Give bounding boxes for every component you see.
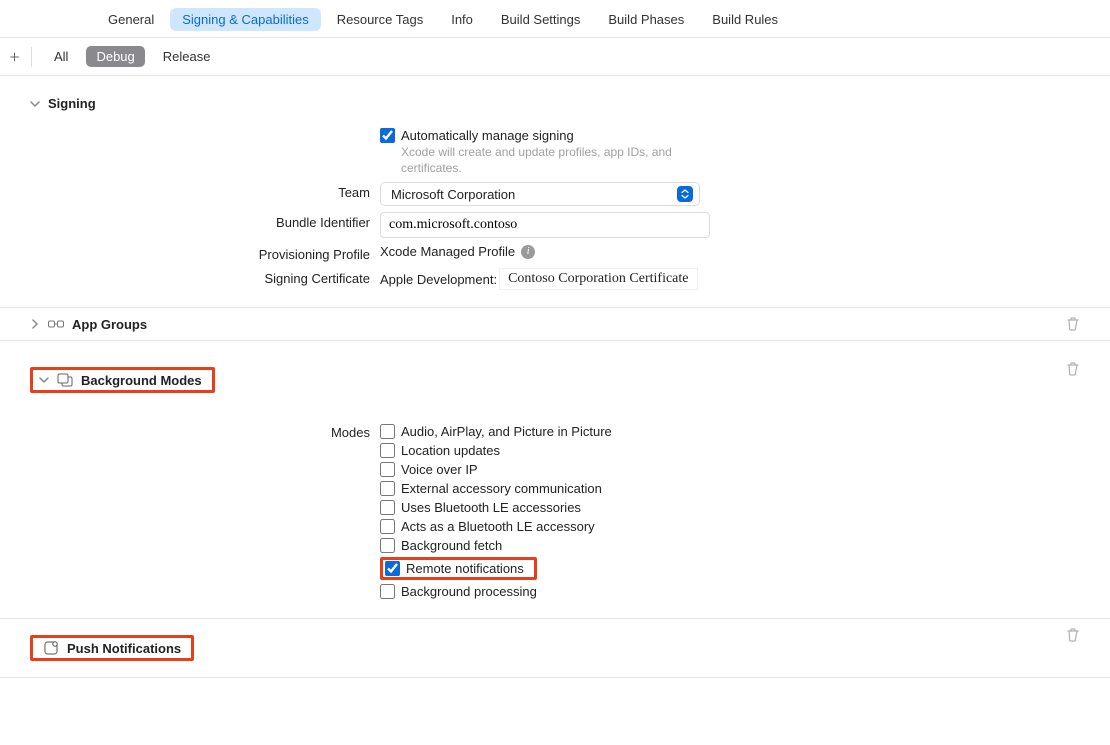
tab-build-settings[interactable]: Build Settings <box>489 8 593 31</box>
mode-row: External accessory communication <box>380 479 612 498</box>
tab-general[interactable]: General <box>96 8 166 31</box>
auto-manage-signing-hint: Xcode will create and update profiles, a… <box>401 145 701 176</box>
push-notifications-title: Push Notifications <box>67 641 181 656</box>
bundle-id-field[interactable] <box>380 212 710 238</box>
team-label: Team <box>0 182 380 200</box>
team-value: Microsoft Corporation <box>391 187 515 202</box>
highlight-background-modes: Background Modes <box>30 367 215 393</box>
mode-checkbox[interactable] <box>380 500 395 515</box>
mode-label: Audio, AirPlay, and Picture in Picture <box>401 424 612 439</box>
mode-row: Background processing <box>380 582 612 601</box>
signing-certificate-label: Signing Certificate <box>0 268 380 286</box>
configuration-bar: All Debug Release <box>0 38 1110 76</box>
tab-build-rules[interactable]: Build Rules <box>700 8 790 31</box>
capabilities-content: Signing Automatically manage signing Xco… <box>0 76 1110 678</box>
mode-row: Voice over IP <box>380 460 612 479</box>
section-background-modes: Background Modes Modes Audio, AirPlay, a… <box>0 341 1110 619</box>
signing-certificate-prefix: Apple Development: <box>380 272 497 287</box>
highlight-push-notifications: Push Notifications <box>30 635 194 661</box>
mode-checkbox[interactable] <box>380 519 395 534</box>
provisioning-profile-value: Xcode Managed Profile <box>380 244 515 259</box>
editor-tab-bar: General Signing & Capabilities Resource … <box>0 0 1110 38</box>
push-notifications-icon <box>43 640 59 656</box>
mode-row: Acts as a Bluetooth LE accessory <box>380 517 612 536</box>
modes-label: Modes <box>0 422 380 440</box>
mode-label: Uses Bluetooth LE accessories <box>401 500 581 515</box>
mode-label: Remote notifications <box>406 561 524 576</box>
app-groups-icon <box>48 316 64 332</box>
mode-label: Location updates <box>401 443 500 458</box>
delete-background-modes-button[interactable] <box>1066 361 1080 377</box>
background-modes-icon <box>57 372 73 388</box>
chevron-down-icon <box>39 375 51 385</box>
mode-row: Audio, AirPlay, and Picture in Picture <box>380 422 612 441</box>
app-groups-title: App Groups <box>72 317 147 332</box>
mode-checkbox[interactable] <box>380 538 395 553</box>
mode-checkbox[interactable] <box>380 481 395 496</box>
mode-label: Voice over IP <box>401 462 478 477</box>
auto-manage-signing-label: Automatically manage signing <box>401 128 574 143</box>
mode-label: External accessory communication <box>401 481 602 496</box>
mode-row: Uses Bluetooth LE accessories <box>380 498 612 517</box>
mode-checkbox[interactable] <box>380 584 395 599</box>
info-icon[interactable]: i <box>521 245 535 259</box>
mode-checkbox[interactable] <box>380 424 395 439</box>
tab-build-phases[interactable]: Build Phases <box>596 8 696 31</box>
section-app-groups-header[interactable]: App Groups <box>0 308 1110 340</box>
tab-signing-capabilities[interactable]: Signing & Capabilities <box>170 8 320 31</box>
section-signing-header[interactable]: Signing <box>0 88 1110 119</box>
mode-checkbox[interactable] <box>385 561 400 576</box>
highlight-remote-notifications: Remote notifications <box>380 557 537 580</box>
section-app-groups: App Groups <box>0 308 1110 341</box>
mode-checkbox[interactable] <box>380 443 395 458</box>
mode-row: Background fetch <box>380 536 612 555</box>
updown-icon <box>677 186 693 202</box>
tab-resource-tags[interactable]: Resource Tags <box>325 8 435 31</box>
mode-label: Background processing <box>401 584 537 599</box>
team-popup[interactable]: Microsoft Corporation <box>380 182 700 206</box>
mode-label: Acts as a Bluetooth LE accessory <box>401 519 595 534</box>
signing-title: Signing <box>48 96 96 111</box>
add-capability-button[interactable] <box>10 47 32 67</box>
mode-row: Remote notifications <box>380 555 612 582</box>
tab-info[interactable]: Info <box>439 8 485 31</box>
delete-app-groups-button[interactable] <box>1066 316 1080 332</box>
section-background-modes-header[interactable]: Background Modes <box>0 353 1110 401</box>
bundle-id-label: Bundle Identifier <box>0 212 380 230</box>
delete-push-notifications-button[interactable] <box>1066 627 1080 643</box>
section-push-notifications-header[interactable]: Push Notifications <box>0 619 1110 677</box>
background-modes-title: Background Modes <box>81 373 202 388</box>
modes-list: Audio, AirPlay, and Picture in Picture Lo… <box>380 422 612 601</box>
mode-label: Background fetch <box>401 538 502 553</box>
filter-all[interactable]: All <box>44 46 78 67</box>
section-push-notifications: Push Notifications <box>0 619 1110 678</box>
provisioning-profile-label: Provisioning Profile <box>0 244 380 262</box>
chevron-down-icon <box>30 99 42 109</box>
filter-debug[interactable]: Debug <box>86 46 144 67</box>
mode-checkbox[interactable] <box>380 462 395 477</box>
auto-manage-signing-checkbox[interactable] <box>380 128 395 143</box>
section-signing: Signing Automatically manage signing Xco… <box>0 76 1110 308</box>
signing-certificate-value: Contoso Corporation Certificate <box>499 268 697 290</box>
filter-release[interactable]: Release <box>153 46 221 67</box>
mode-row: Location updates <box>380 441 612 460</box>
chevron-right-icon <box>30 319 42 329</box>
